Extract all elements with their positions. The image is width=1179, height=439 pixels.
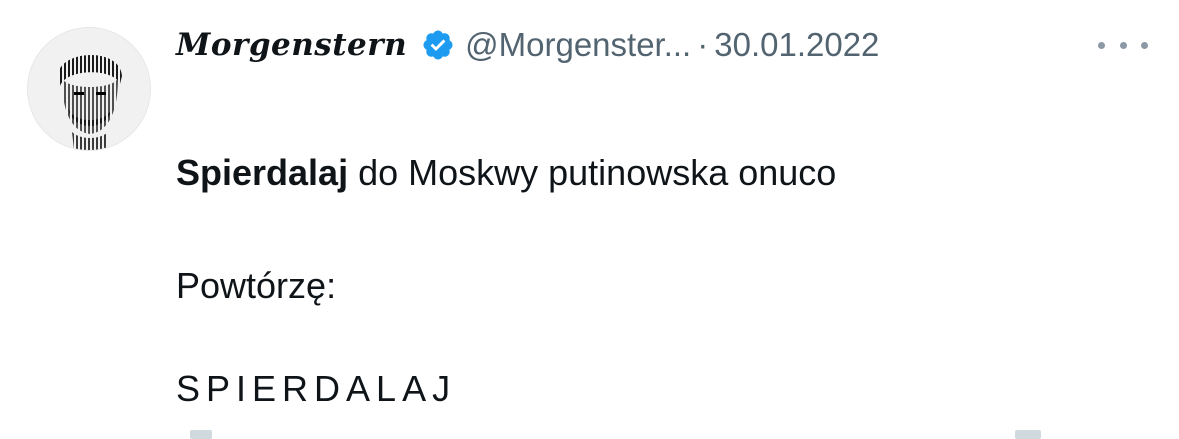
tweet-date[interactable]: 30.01.2022 (714, 26, 879, 64)
tweet-text-rest: do Moskwy putinowska onuco (348, 152, 837, 193)
share-icon[interactable] (1015, 430, 1041, 439)
tweet-card: Morgenstern @Morgenster... · 30.01.2022 … (0, 0, 1179, 439)
separator-dot: · (697, 26, 709, 63)
more-dot-icon (1098, 41, 1105, 49)
tweet-text-line-3: SPIERDALAJ (176, 368, 457, 409)
avatar-portrait-icon (28, 28, 150, 150)
tweet-text-line-2: Powtórzę: (176, 265, 337, 306)
verified-badge-icon (421, 28, 455, 62)
more-dot-icon (1119, 41, 1127, 49)
more-options-button[interactable] (1098, 33, 1148, 57)
avatar[interactable] (27, 27, 151, 151)
tweet-text-line-1: Spierdalaj do Moskwy putinowska onuco (176, 151, 836, 195)
reply-icon[interactable] (190, 430, 212, 439)
tweet-header: Morgenstern @Morgenster... · 30.01.2022 (176, 20, 879, 70)
more-dot-icon (1141, 41, 1148, 49)
tweet-text-bold: Spierdalaj (176, 152, 349, 193)
display-name[interactable]: Morgenstern (176, 27, 407, 63)
user-handle[interactable]: @Morgenster... (465, 26, 691, 64)
